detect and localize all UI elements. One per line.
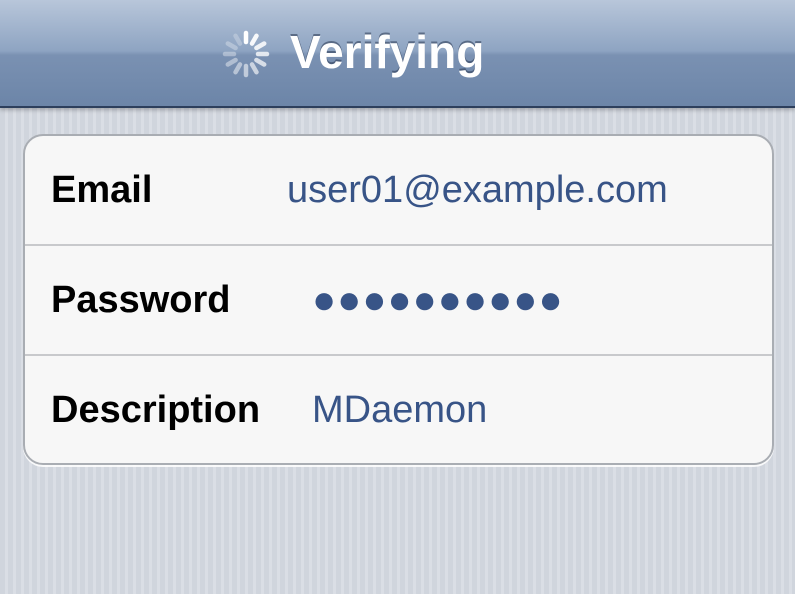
navigation-bar: Verifying	[0, 0, 795, 108]
page-title: Verifying	[290, 26, 485, 78]
description-field[interactable]: MDaemon	[312, 356, 487, 463]
email-label: Email	[51, 169, 153, 211]
password-field[interactable]: ●●●●●●●●●●	[312, 246, 564, 354]
activity-spinner-icon	[222, 30, 270, 78]
description-label: Description	[51, 389, 261, 431]
email-row[interactable]: Email user01@example.com	[25, 136, 772, 244]
account-settings-form: Email user01@example.com Password ●●●●●●…	[23, 134, 774, 465]
description-row[interactable]: Description MDaemon	[25, 356, 772, 463]
password-row[interactable]: Password ●●●●●●●●●●	[25, 246, 772, 354]
password-label: Password	[51, 279, 231, 321]
email-field[interactable]: user01@example.com	[287, 136, 668, 244]
